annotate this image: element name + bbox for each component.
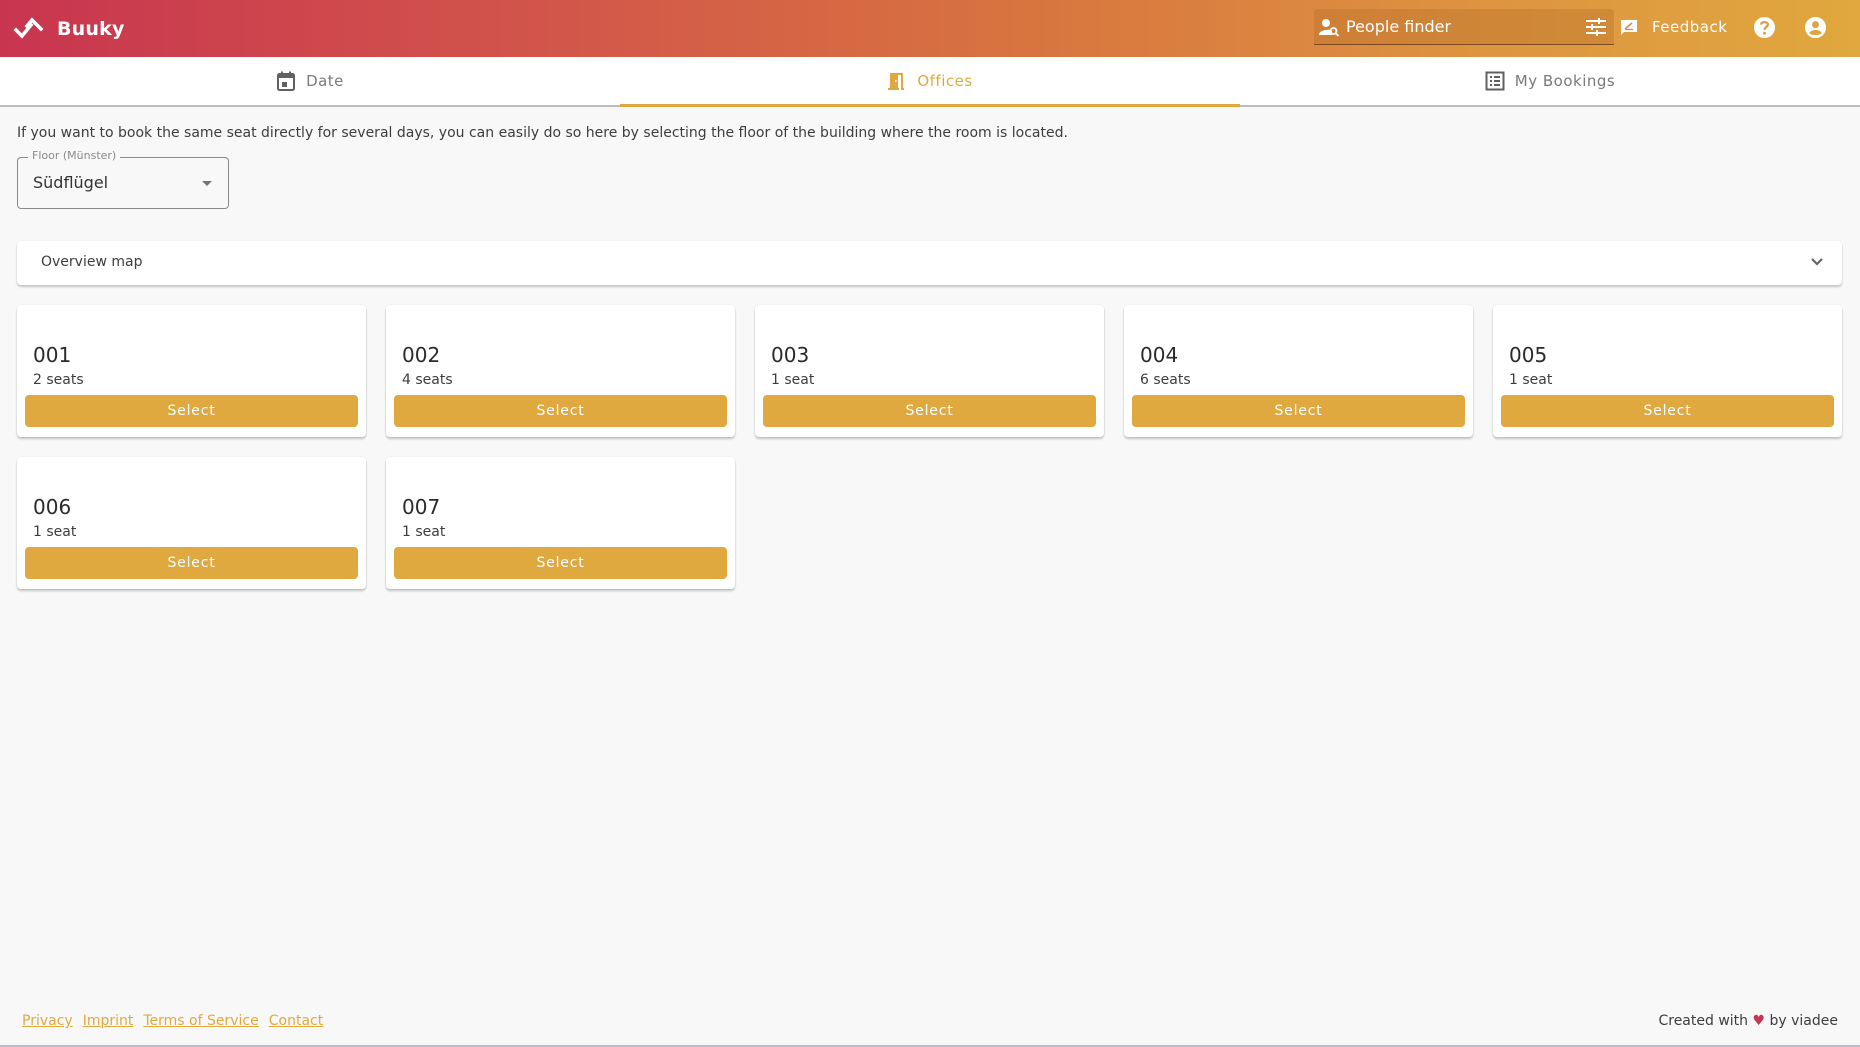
room-card: 005 1 seat Select — [1493, 305, 1842, 437]
select-room-button[interactable]: Select — [1132, 395, 1465, 427]
room-seats: 1 seat — [402, 524, 446, 540]
feedback-icon — [1621, 20, 1637, 35]
room-seats: 1 seat — [1509, 372, 1553, 388]
room-seats: 4 seats — [402, 372, 453, 388]
footer-link-terms[interactable]: Terms of Service — [143, 1013, 258, 1029]
tab-offices-label: Offices — [917, 72, 973, 90]
footer-credit: Created with ♥ by viadee — [1658, 1013, 1838, 1029]
tab-my-bookings[interactable]: My Bookings — [1240, 57, 1860, 105]
room-name: 006 — [33, 495, 72, 519]
room-name: 002 — [402, 343, 441, 367]
main-tabs: Date Offices My Bookings — [0, 57, 1860, 107]
heart-icon: ♥ — [1752, 1013, 1766, 1029]
people-finder-field[interactable] — [1314, 9, 1614, 45]
footer-link-imprint[interactable]: Imprint — [83, 1013, 134, 1029]
dropdown-arrow-icon — [202, 181, 212, 186]
room-name: 007 — [402, 495, 441, 519]
floor-select-value: Südflügel — [33, 173, 109, 192]
select-room-button[interactable]: Select — [763, 395, 1096, 427]
door-icon — [888, 73, 905, 90]
room-name: 004 — [1140, 343, 1179, 367]
list-icon — [1485, 71, 1505, 91]
tab-my-bookings-label: My Bookings — [1514, 72, 1616, 90]
overview-map-panel[interactable]: Overview map — [17, 241, 1842, 285]
overview-map-title: Overview map — [41, 254, 143, 270]
footer-link-privacy[interactable]: Privacy — [22, 1013, 73, 1029]
room-name: 003 — [771, 343, 810, 367]
room-card: 002 4 seats Select — [386, 305, 735, 437]
floor-select-label: Floor (Münster) — [28, 149, 121, 162]
room-seats: 1 seat — [33, 524, 77, 540]
room-name: 001 — [33, 343, 72, 367]
credit-prefix: Created with — [1658, 1013, 1749, 1029]
room-card: 006 1 seat Select — [17, 457, 366, 589]
floor-select[interactable]: Floor (Münster) Südflügel — [17, 149, 229, 209]
brand-name: Buuky — [57, 17, 125, 40]
top-app-bar: Buuky Feedback — [0, 0, 1860, 57]
select-room-button[interactable]: Select — [25, 395, 358, 427]
brand-home-link[interactable]: Buuky — [13, 16, 125, 42]
account-icon[interactable] — [1804, 16, 1827, 39]
select-room-button[interactable]: Select — [1501, 395, 1834, 427]
room-name: 005 — [1509, 343, 1548, 367]
tab-date-label: Date — [306, 72, 344, 90]
tab-date[interactable]: Date — [0, 57, 620, 105]
tune-icon[interactable] — [1586, 18, 1606, 36]
feedback-button[interactable]: Feedback — [1620, 12, 1727, 42]
room-seats: 2 seats — [33, 372, 84, 388]
logo-icon — [13, 16, 44, 39]
select-room-button[interactable]: Select — [394, 395, 727, 427]
person-search-icon — [1319, 18, 1340, 37]
people-finder-input[interactable] — [1346, 17, 1576, 36]
room-seats: 6 seats — [1140, 372, 1191, 388]
select-room-button[interactable]: Select — [25, 547, 358, 579]
tab-offices[interactable]: Offices — [620, 57, 1240, 107]
footer-links: Privacy Imprint Terms of Service Contact — [22, 1013, 323, 1029]
room-card: 003 1 seat Select — [755, 305, 1104, 437]
room-card: 004 6 seats Select — [1124, 305, 1473, 437]
room-card: 001 2 seats Select — [17, 305, 366, 437]
room-seats: 1 seat — [771, 372, 815, 388]
calendar-icon — [277, 71, 296, 91]
room-card: 007 1 seat Select — [386, 457, 735, 589]
credit-suffix: by viadee — [1769, 1013, 1839, 1029]
intro-text: If you want to book the same seat direct… — [17, 125, 1068, 141]
select-room-button[interactable]: Select — [394, 547, 727, 579]
chevron-down-icon[interactable] — [1810, 257, 1824, 267]
help-icon[interactable] — [1753, 16, 1776, 39]
feedback-label: Feedback — [1652, 18, 1728, 36]
footer-link-contact[interactable]: Contact — [269, 1013, 323, 1029]
